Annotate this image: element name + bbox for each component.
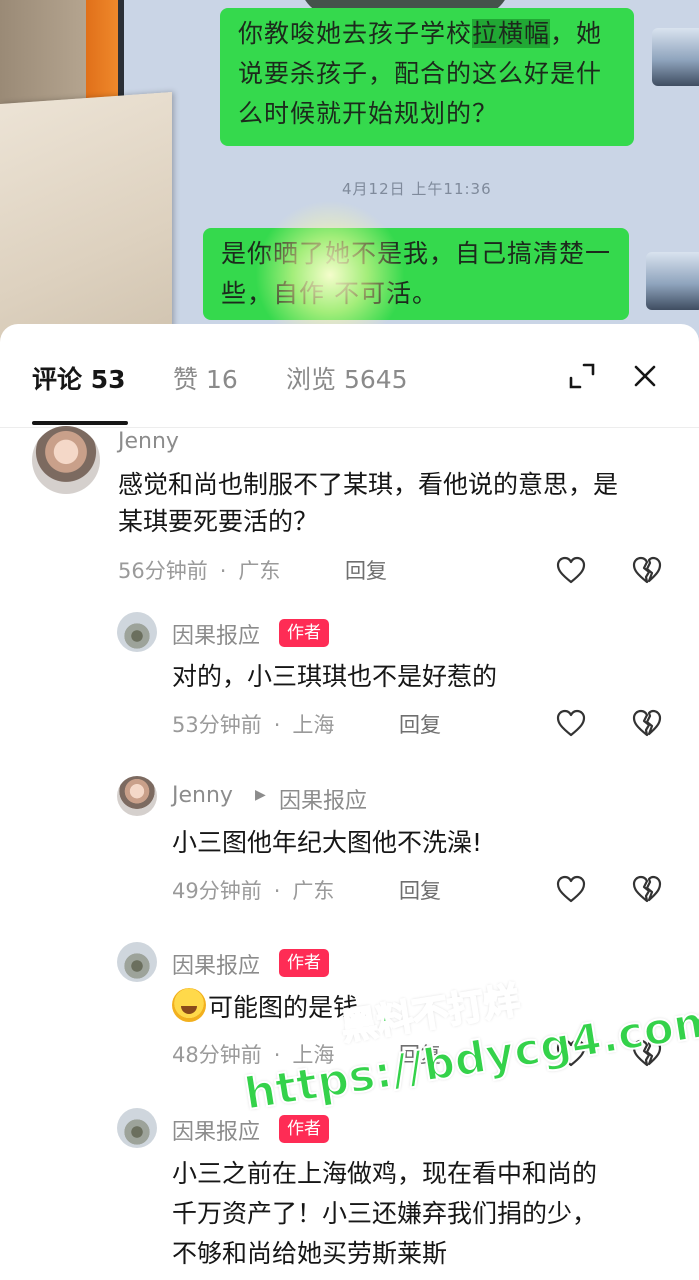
author-badge: 作者 [279,1115,329,1143]
avatar[interactable] [117,942,157,982]
avatar[interactable] [32,426,100,494]
reply-button[interactable]: 回复 [345,555,387,585]
reply-item: 因果报应 作者 对的，小三琪琪也不是好惹的 53分钟前 · 上海 回复 [0,608,699,758]
reply-button[interactable]: 回复 [399,709,441,739]
avatar[interactable] [117,1108,157,1148]
comment-text: 感觉和尚也制服不了某琪，看他说的意思，是某琪要死要活的？ [118,470,619,536]
paper-towel [0,91,172,360]
comment-text: 小三图他年纪大图他不洗澡! [172,828,483,857]
expand-button[interactable] [560,354,604,398]
avatar[interactable] [117,776,157,816]
comment-author[interactable]: Jenny [118,429,179,454]
laughing-crying-emoji-icon [172,988,206,1022]
author-badge: 作者 [279,619,329,647]
dislike-broken-heart-icon[interactable] [632,709,662,737]
comment-author[interactable]: 因果报应 [172,1114,260,1146]
dislike-broken-heart-icon[interactable] [632,556,662,584]
close-button[interactable] [623,354,667,398]
tab-likes[interactable]: 赞 16 [173,360,238,396]
reply-item: 因果报应 作者 小三之前在上海做鸡，现在看中和尚的 千万资产了！小三还嫌弃我们捐… [0,1104,699,1280]
chat-avatar-2 [646,252,699,310]
like-heart-icon[interactable] [556,556,586,584]
reply-button[interactable]: 回复 [399,875,441,905]
tab-views[interactable]: 浏览 5645 [286,360,408,396]
author-badge: 作者 [279,949,329,977]
like-heart-icon[interactable] [556,875,586,903]
highlighted-text: 拉横幅 [472,19,551,48]
comment-meta: 49分钟前 · 广东 [172,879,335,903]
chat-timestamp: 4月12日 上午11:36 [342,180,492,198]
tab-bar: 评论 53 赞 16 浏览 5645 [0,324,699,428]
comment-author[interactable]: 因果报应 [172,618,260,650]
comment-text: 小三之前在上海做鸡，现在看中和尚的 千万资产了！小三还嫌弃我们捐的少， 不够和尚… [172,1159,598,1268]
comment-meta: 53分钟前 · 上海 [172,713,335,737]
video-frame[interactable]: 你教唆她去孩子学校拉横幅，她说要杀孩子，配合的这么好是什么时候就开始规划的？ 4… [0,0,699,360]
comment-author[interactable]: 因果报应 [172,948,260,980]
close-icon [634,365,656,387]
reply-item: Jenny ▶ 因果报应 小三图他年纪大图他不洗澡! 49分钟前 · 广东 回复 [0,774,699,924]
tab-comments[interactable]: 评论 53 [32,360,126,396]
chat-avatar-1 [652,28,699,86]
expand-icon [569,363,595,389]
reply-to-user[interactable]: 因果报应 [279,783,367,815]
avatar[interactable] [117,612,157,652]
comment-text: 对的，小三琪琪也不是好惹的 [172,662,498,691]
comment-meta: 56分钟前 · 广东 [118,559,281,583]
chat-bubble-1: 你教唆她去孩子学校拉横幅，她说要杀孩子，配合的这么好是什么时候就开始规划的？ [220,8,634,146]
comments-sheet: 评论 53 赞 16 浏览 5645 Jenny 感觉和尚也制服不了某琪，看他说… [0,324,699,1280]
comment-author[interactable]: Jenny [172,783,233,808]
comment-item: Jenny 感觉和尚也制服不了某琪，看他说的意思，是某琪要死要活的？ 56分钟前… [0,424,699,594]
like-heart-icon[interactable] [556,709,586,737]
dislike-broken-heart-icon[interactable] [632,875,662,903]
reply-arrow-icon: ▶ [255,787,266,803]
